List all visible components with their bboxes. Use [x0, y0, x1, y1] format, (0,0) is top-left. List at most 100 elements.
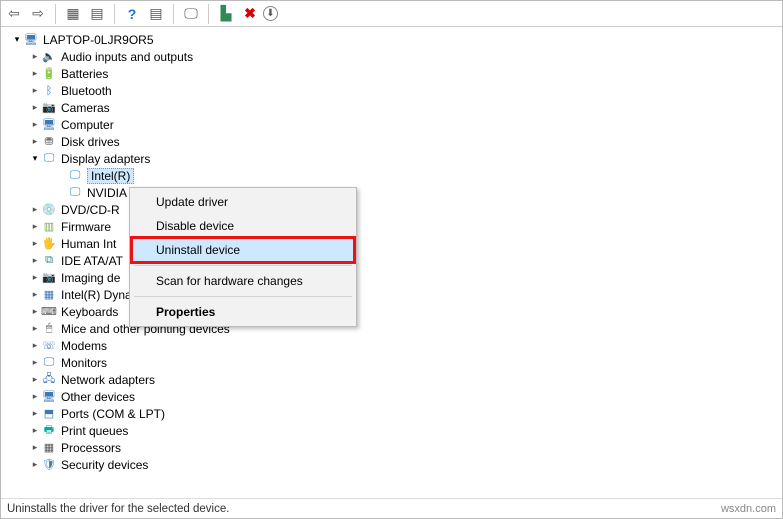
chevron-right-icon[interactable]: ▸: [29, 68, 41, 79]
category-icon: 🖥: [41, 389, 57, 405]
root-node[interactable]: ▾ 🖥 LAPTOP-0LJR9OR5: [5, 31, 782, 48]
back-button[interactable]: ⇦: [3, 3, 25, 25]
devices-button[interactable]: ▤: [145, 3, 167, 25]
category-icon: 📷: [41, 100, 57, 116]
chevron-right-icon[interactable]: ▸: [29, 442, 41, 453]
category-icon: ▦: [41, 440, 57, 456]
tree-category[interactable]: ▸⬒ Ports (COM & LPT): [5, 405, 782, 422]
menu-update-driver[interactable]: Update driver: [132, 190, 354, 214]
tree-category[interactable]: ▸🖶Print queues: [5, 422, 782, 439]
chevron-right-icon[interactable]: ▸: [29, 119, 41, 130]
scan-hardware-button[interactable]: 🖵: [180, 3, 202, 25]
tree-device[interactable]: 🖵NVIDIA: [5, 184, 782, 201]
toolbar-separator: [173, 4, 174, 24]
chevron-right-icon[interactable]: ▸: [29, 221, 41, 232]
forward-button[interactable]: ⇨: [27, 3, 49, 25]
menu-properties[interactable]: Properties: [132, 300, 354, 324]
help-button[interactable]: ?: [121, 3, 143, 25]
category-label: Processors: [61, 441, 121, 455]
chevron-right-icon[interactable]: ▸: [29, 306, 41, 317]
category-icon: ▥: [41, 219, 57, 235]
menu-item-label: Disable device: [156, 219, 234, 233]
display-adapter-icon: 🖵: [67, 185, 83, 201]
chevron-right-icon[interactable]: ▸: [29, 408, 41, 419]
chevron-right-icon[interactable]: ▸: [29, 136, 41, 147]
category-icon: 🖵: [41, 355, 57, 371]
tree-category[interactable]: ▸🛡Security devices: [5, 456, 782, 473]
category-label: Modems: [61, 339, 107, 353]
chevron-right-icon[interactable]: ▸: [29, 255, 41, 266]
uninstall-button[interactable]: ✖: [239, 3, 261, 25]
tree-category[interactable]: ▸☏ Modems: [5, 337, 782, 354]
menu-item-label: Scan for hardware changes: [156, 274, 303, 288]
chevron-right-icon[interactable]: ▸: [29, 51, 41, 62]
category-label: Security devices: [61, 458, 148, 472]
chevron-right-icon[interactable]: ▸: [29, 459, 41, 470]
tree-category[interactable]: ▸⧉IDE ATA/AT: [5, 252, 782, 269]
chevron-right-icon[interactable]: ▸: [29, 102, 41, 113]
category-label: Firmware: [61, 220, 111, 234]
chevron-down-icon[interactable]: ▾: [29, 153, 41, 164]
tree-category[interactable]: ▸💿DVD/CD-R: [5, 201, 782, 218]
menu-item-label: Uninstall device: [156, 243, 240, 257]
chevron-right-icon[interactable]: ▸: [29, 340, 41, 351]
tree-category[interactable]: ▸▦Intel(R) Dynamic Platform and Thermal …: [5, 286, 782, 303]
tree-category[interactable]: ▸▥ Firmware: [5, 218, 782, 235]
chevron-right-icon[interactable]: ▸: [29, 238, 41, 249]
tree-device[interactable]: 🖵Intel(R): [5, 167, 782, 184]
category-icon: 🔋: [41, 66, 57, 82]
tree-category[interactable]: ▸⛃Disk drives: [5, 133, 782, 150]
category-label: IDE ATA/AT: [61, 254, 123, 268]
device-tree: ▾ 🖥 LAPTOP-0LJR9OR5 ▸🔈Audio inputs and o…: [1, 27, 782, 487]
tree-category[interactable]: ▸📷 Cameras: [5, 99, 782, 116]
chevron-right-icon[interactable]: ▸: [29, 204, 41, 215]
chevron-right-icon[interactable]: ▸: [29, 391, 41, 402]
tree-category[interactable]: ▸📷Imaging de: [5, 269, 782, 286]
show-hidden-button[interactable]: ▦: [62, 3, 84, 25]
menu-scan-hardware[interactable]: Scan for hardware changes: [132, 269, 354, 293]
tree-category[interactable]: ▸▦ Processors: [5, 439, 782, 456]
display-adapter-icon: 🖵: [67, 168, 83, 184]
chevron-right-icon[interactable]: ▸: [29, 425, 41, 436]
category-icon: 🖵: [41, 151, 57, 167]
tree-category[interactable]: ▸🖥Computer: [5, 116, 782, 133]
category-label: Computer: [61, 118, 114, 132]
category-icon: 🖶: [41, 423, 57, 439]
tree-category[interactable]: ▸ᛒBluetooth: [5, 82, 782, 99]
action-button[interactable]: ⬇: [263, 6, 278, 21]
category-icon: 🔈: [41, 49, 57, 65]
category-label: Ports (COM & LPT): [61, 407, 165, 421]
category-label: Bluetooth: [61, 84, 112, 98]
menu-disable-device[interactable]: Disable device: [132, 214, 354, 238]
chevron-right-icon[interactable]: ▸: [29, 357, 41, 368]
tree-category[interactable]: ▸🖐Human Int: [5, 235, 782, 252]
properties-button[interactable]: ▤: [86, 3, 108, 25]
tree-category[interactable]: ▸⌨Keyboards: [5, 303, 782, 320]
category-icon: 🖐: [41, 236, 57, 252]
category-icon: ⬒: [41, 406, 57, 422]
chevron-down-icon[interactable]: ▾: [11, 34, 23, 45]
tree-category[interactable]: ▸🔈Audio inputs and outputs: [5, 48, 782, 65]
tree-category[interactable]: ▸🖱Mice and other pointing devices: [5, 320, 782, 337]
computer-icon: 🖥: [23, 32, 39, 48]
chevron-right-icon[interactable]: ▸: [29, 374, 41, 385]
chevron-right-icon[interactable]: ▸: [29, 323, 41, 334]
tree-category[interactable]: ▸🖵Monitors: [5, 354, 782, 371]
status-bar: Uninstalls the driver for the selected d…: [1, 498, 782, 518]
menu-uninstall-device[interactable]: Uninstall device: [132, 238, 354, 262]
category-icon: 🖱: [41, 321, 57, 337]
menu-separator: [134, 296, 352, 297]
update-driver-button[interactable]: ▙: [215, 3, 237, 25]
toolbar-separator: [208, 4, 209, 24]
status-text: Uninstalls the driver for the selected d…: [7, 503, 229, 515]
category-icon: 💿: [41, 202, 57, 218]
tree-category[interactable]: ▸🔋Batteries: [5, 65, 782, 82]
category-label: Cameras: [61, 101, 110, 115]
chevron-right-icon[interactable]: ▸: [29, 85, 41, 96]
tree-category[interactable]: ▾🖵Display adapters: [5, 150, 782, 167]
category-icon: ☏: [41, 338, 57, 354]
chevron-right-icon[interactable]: ▸: [29, 289, 41, 300]
chevron-right-icon[interactable]: ▸: [29, 272, 41, 283]
tree-category[interactable]: ▸🖧Network adapters: [5, 371, 782, 388]
tree-category[interactable]: ▸🖥Other devices: [5, 388, 782, 405]
